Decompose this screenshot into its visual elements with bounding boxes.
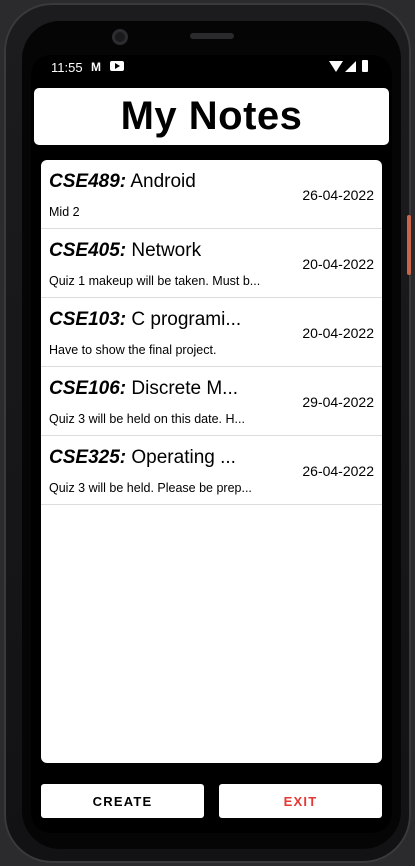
note-subject: Discrete M...: [126, 378, 239, 399]
note-description: Have to show the final project.: [49, 343, 217, 357]
note-subject: Network: [126, 240, 202, 261]
note-title: CSE103: C programi...: [49, 309, 241, 331]
note-row[interactable]: CSE103: C programi... Have to show the f…: [41, 298, 382, 367]
note-row[interactable]: CSE106: Discrete M... Quiz 3 will be hel…: [41, 367, 382, 436]
note-date: 29-04-2022: [302, 394, 374, 410]
note-code: CSE103:: [49, 309, 127, 330]
note-date: 26-04-2022: [302, 187, 374, 203]
note-title: CSE405: Network: [49, 240, 201, 262]
note-description: Quiz 3 will be held. Please be prep...: [49, 481, 252, 495]
note-description: Mid 2: [49, 205, 80, 219]
screen: 11:55 M My Notes CSE489: Android Mid 2 2…: [31, 55, 392, 833]
note-code: CSE325:: [49, 447, 127, 468]
wifi-icon: [329, 61, 343, 72]
note-date: 26-04-2022: [302, 463, 374, 479]
note-code: CSE405:: [49, 240, 127, 261]
earpiece-speaker: [190, 33, 234, 39]
note-code: CSE489:: [49, 171, 127, 192]
phone-frame: 11:55 M My Notes CSE489: Android Mid 2 2…: [4, 3, 411, 863]
create-button[interactable]: CREATE: [41, 784, 204, 818]
note-date: 20-04-2022: [302, 256, 374, 272]
signal-icon: [345, 61, 356, 72]
status-time: 11:55: [51, 60, 83, 75]
title-card: My Notes: [34, 88, 389, 145]
power-button: [407, 215, 411, 275]
note-code: CSE106:: [49, 378, 127, 399]
exit-button[interactable]: EXIT: [219, 784, 382, 818]
note-description: Quiz 1 makeup will be taken. Must b...: [49, 274, 261, 288]
youtube-icon: [110, 61, 124, 71]
notes-list[interactable]: CSE489: Android Mid 2 26-04-2022 CSE405:…: [41, 160, 382, 763]
front-camera: [112, 29, 128, 45]
note-row[interactable]: CSE325: Operating ... Quiz 3 will be hel…: [41, 436, 382, 505]
note-description: Quiz 3 will be held on this date. H...: [49, 412, 245, 426]
note-subject: C programi...: [126, 309, 242, 330]
note-row[interactable]: CSE405: Network Quiz 1 makeup will be ta…: [41, 229, 382, 298]
note-title: CSE325: Operating ...: [49, 447, 236, 469]
gmail-icon: M: [91, 60, 101, 74]
note-title: CSE489: Android: [49, 171, 196, 193]
note-date: 20-04-2022: [302, 325, 374, 341]
note-row[interactable]: CSE489: Android Mid 2 26-04-2022: [41, 160, 382, 229]
note-title: CSE106: Discrete M...: [49, 378, 238, 400]
status-bar: 11:55 M: [31, 55, 392, 81]
note-subject: Operating ...: [126, 447, 236, 468]
note-subject: Android: [126, 171, 196, 192]
battery-icon: [362, 60, 368, 72]
page-title: My Notes: [120, 94, 303, 138]
